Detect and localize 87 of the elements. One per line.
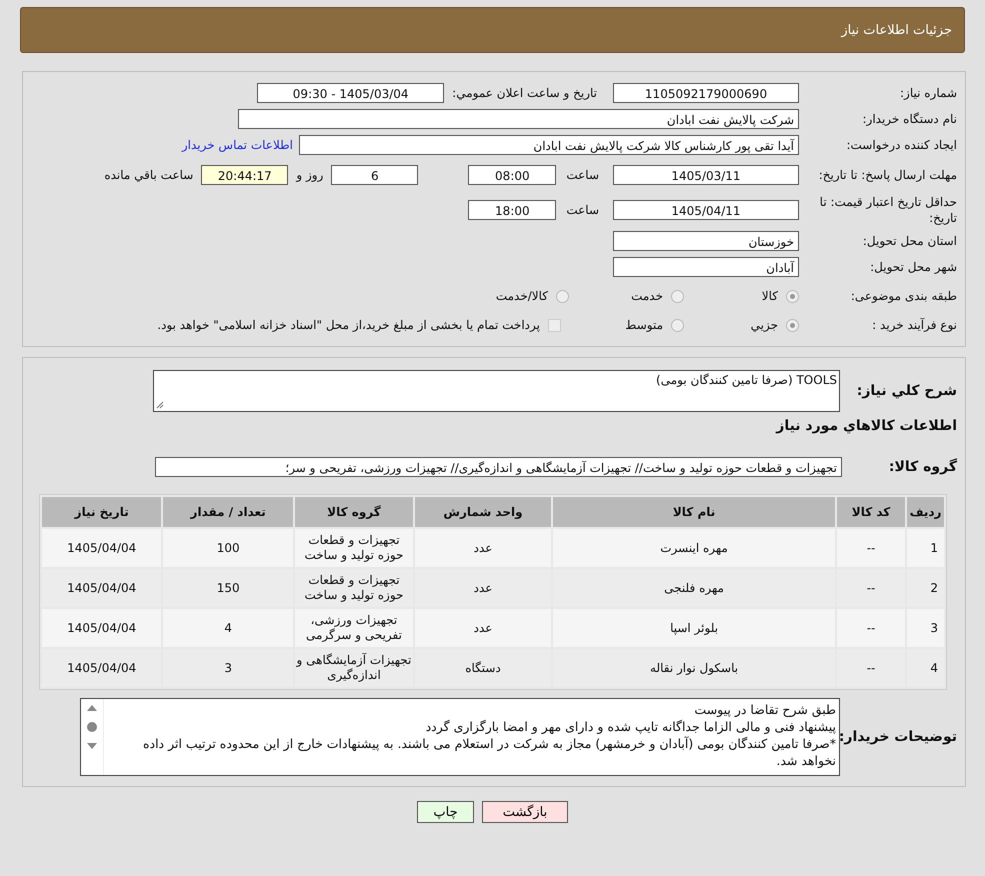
option-label: جزيي bbox=[750, 318, 778, 332]
radio-button[interactable] bbox=[556, 290, 569, 302]
column-header: تاریخ نیاز bbox=[42, 497, 162, 527]
table-cell: -- bbox=[837, 609, 905, 647]
text-field[interactable]: خوزستان bbox=[613, 231, 799, 251]
table-cell: -- bbox=[837, 529, 905, 567]
table-cell: تجهیزات آزمایشگاهی و اندازه‌گیری bbox=[294, 649, 413, 687]
column-header: گروه کالا bbox=[294, 497, 413, 527]
field-label: استان محل تحویل: bbox=[862, 233, 958, 249]
field-label: حداقل تاریخ اعتبار قیمت: تا تاریخ: bbox=[818, 194, 958, 226]
field-label: مهلت ارسال پاسخ: تا تاریخ: bbox=[818, 167, 958, 183]
field-label: نام دستگاه خریدار: bbox=[862, 111, 958, 127]
text-field[interactable]: 1105092179000690 bbox=[613, 83, 799, 103]
field-label: شرح کلي نیاز: bbox=[856, 383, 958, 399]
table-cell: عدد bbox=[414, 529, 552, 567]
time-label: ساعت bbox=[566, 203, 599, 217]
option-label: متوسط bbox=[625, 318, 663, 332]
table-cell: 1405/04/04 bbox=[42, 649, 162, 687]
contact-link[interactable]: اطلاعات تماس خریدار bbox=[182, 138, 293, 152]
table-cell: 4 bbox=[907, 649, 944, 687]
resize-grip-icon bbox=[156, 401, 164, 409]
table-cell: باسکول نوار نقاله bbox=[553, 649, 836, 687]
column-header: نام کالا bbox=[553, 497, 836, 527]
table-cell: تجهیزات و قطعات حوزه تولید و ساخت bbox=[294, 529, 413, 567]
field-label: تاریخ و ساعت اعلان عمومي: bbox=[452, 86, 597, 100]
text-field[interactable]: آیدا تقی پور کارشناس کالا شرکت پالایش نفت ابادان bbox=[299, 135, 799, 155]
field-label: توضیحات خریدار: bbox=[840, 729, 958, 745]
section-title: اطلاعات کالاهاي مورد نیاز bbox=[774, 417, 958, 436]
option-label: کالا/خدمت bbox=[496, 289, 548, 303]
table-cell: مهره اینسرت bbox=[553, 529, 836, 567]
text-field[interactable]: 20:44:17 bbox=[201, 165, 288, 185]
table-cell: -- bbox=[837, 649, 905, 687]
table-cell: 1 bbox=[907, 529, 944, 567]
radio-button[interactable] bbox=[671, 290, 684, 302]
text-field[interactable]: آبادان bbox=[613, 257, 799, 277]
table-cell: تجهیزات ورزشی، تفریحی و سرگرمی bbox=[294, 609, 413, 647]
table-cell: 3 bbox=[163, 649, 293, 687]
field-label: نوع فرآیند خرید : bbox=[871, 317, 958, 333]
text-field[interactable]: 1405/04/11 bbox=[613, 200, 799, 220]
table-cell: عدد bbox=[414, 609, 552, 647]
text-field[interactable]: تجهیزات و قطعات حوزه تولید و ساخت// تجهیزات آزمایشگاهی و اندازه‌گیری// تجهیزات ورزشی، تفریحی و سر؛ bbox=[155, 457, 842, 477]
table-cell: دستگاه bbox=[414, 649, 552, 687]
table-cell: 1405/04/04 bbox=[42, 529, 162, 567]
print-button[interactable]: چاپ bbox=[417, 801, 474, 823]
table-cell: 1405/04/04 bbox=[42, 569, 162, 607]
field-label: شهر محل تحویل: bbox=[869, 259, 958, 275]
column-header: واحد شمارش bbox=[414, 497, 552, 527]
table-cell: مهره فلنجی bbox=[553, 569, 836, 607]
option-label: خدمت bbox=[631, 289, 663, 303]
radio-button[interactable] bbox=[786, 290, 799, 302]
text-field[interactable]: 18:00 bbox=[468, 200, 556, 220]
days-label: روز و bbox=[296, 168, 324, 182]
scrollbar-icon[interactable] bbox=[86, 703, 98, 751]
field-label: ایجاد کننده درخواست: bbox=[845, 137, 958, 153]
description-field[interactable]: TOOLS (صرفا تامین کنندگان بومی) bbox=[153, 370, 840, 412]
table-cell: تجهیزات و قطعات حوزه تولید و ساخت bbox=[294, 569, 413, 607]
table-cell: 150 bbox=[163, 569, 293, 607]
table-cell: 4 bbox=[163, 609, 293, 647]
table-cell: 2 bbox=[907, 569, 944, 607]
notes-field[interactable] bbox=[80, 698, 840, 776]
text-field[interactable]: 1405/03/11 bbox=[613, 165, 799, 185]
field-label: طبقه بندی موضوعی: bbox=[850, 288, 958, 304]
notes-text: طبق شرح تقاضا در پیوست پیشنهاد فنی و مالی الزاما جداگانه تایپ شده و دارای مهر و امضا بارگزاری گردد *صرفا تامین کنندگان بومی (آبادان و خرمشهر) مجاز به شرکت در استعلام می باشند. به پیشنهادات خارج از این محدوده ترتیب اثر داده نخواهد شد. bbox=[142, 701, 837, 770]
option-label: کالا bbox=[762, 289, 778, 303]
table-cell: 3 bbox=[907, 609, 944, 647]
back-button[interactable]: بازگشت bbox=[482, 801, 568, 823]
table-cell: عدد bbox=[414, 569, 552, 607]
column-header: ردیف bbox=[907, 497, 944, 527]
field-label: شماره نیاز: bbox=[899, 85, 958, 101]
checkbox[interactable] bbox=[548, 318, 561, 332]
page-title: جزئیات اطلاعات نیاز bbox=[841, 22, 952, 38]
radio-button[interactable] bbox=[786, 318, 799, 332]
time-label: ساعت bbox=[566, 168, 599, 182]
table-cell: 1405/04/04 bbox=[42, 609, 162, 647]
column-header: کد کالا bbox=[837, 497, 905, 527]
text-field[interactable]: 08:00 bbox=[468, 165, 556, 185]
payment-note: پرداخت تمام یا بخشی از مبلغ خرید،از محل "اسناد خزانه اسلامی" خواهد بود. bbox=[157, 318, 540, 332]
field-label: گروه کالا: bbox=[888, 459, 958, 475]
radio-button[interactable] bbox=[671, 318, 684, 332]
table-cell: بلوئر اسپا bbox=[553, 609, 836, 647]
text-field[interactable]: شرکت پالایش نفت ابادان bbox=[238, 109, 799, 129]
table-cell: 100 bbox=[163, 529, 293, 567]
column-header: تعداد / مقدار bbox=[163, 497, 293, 527]
remaining-label: ساعت باقي مانده bbox=[104, 168, 194, 182]
text-field[interactable]: 1405/03/04 - 09:30 bbox=[257, 83, 444, 103]
table-cell: -- bbox=[837, 569, 905, 607]
text-field[interactable]: 6 bbox=[331, 165, 418, 185]
